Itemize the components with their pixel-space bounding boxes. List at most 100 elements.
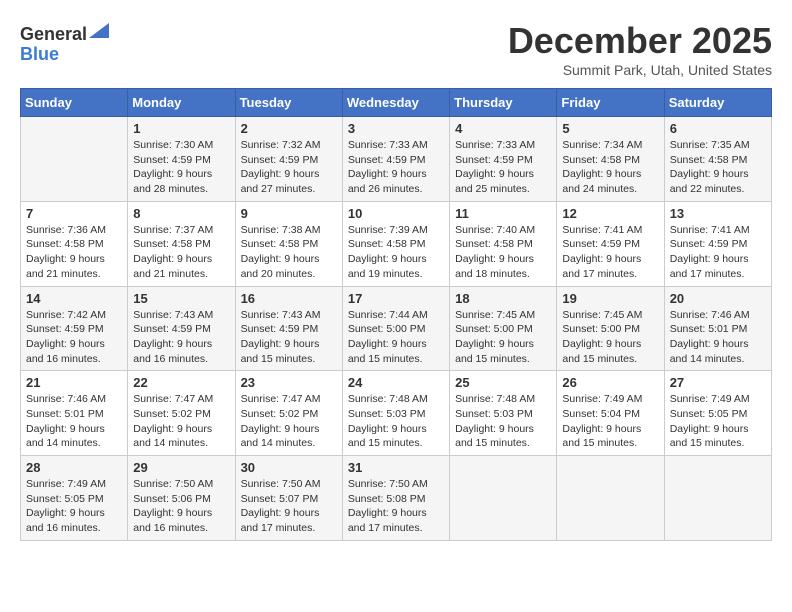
day-info: Sunrise: 7:47 AMSunset: 5:02 PMDaylight:…: [133, 392, 229, 451]
day-info: Sunrise: 7:46 AMSunset: 5:01 PMDaylight:…: [26, 392, 122, 451]
day-number: 19: [562, 291, 658, 306]
calendar-cell: [450, 456, 557, 541]
day-info: Sunrise: 7:33 AMSunset: 4:59 PMDaylight:…: [455, 138, 551, 197]
weekday-header-wednesday: Wednesday: [342, 89, 449, 117]
day-number: 22: [133, 375, 229, 390]
day-info: Sunrise: 7:34 AMSunset: 4:58 PMDaylight:…: [562, 138, 658, 197]
day-number: 4: [455, 121, 551, 136]
calendar-cell: 27 Sunrise: 7:49 AMSunset: 5:05 PMDayligh…: [664, 371, 771, 456]
calendar-cell: 22 Sunrise: 7:47 AMSunset: 5:02 PMDayligh…: [128, 371, 235, 456]
calendar-cell: 1Sunrise: 7:30 AMSunset: 4:59 PMDaylight…: [128, 117, 235, 202]
day-info: Sunrise: 7:41 AMSunset: 4:59 PMDaylight:…: [562, 223, 658, 282]
calendar-cell: 7 Sunrise: 7:36 AMSunset: 4:58 PMDaylight…: [21, 201, 128, 286]
day-info: Sunrise: 7:36 AMSunset: 4:58 PMDaylight:…: [26, 223, 122, 282]
location: Summit Park, Utah, United States: [508, 62, 772, 78]
calendar-cell: 14Sunrise: 7:42 AMSunset: 4:59 PMDayligh…: [21, 286, 128, 371]
calendar-cell: 21Sunrise: 7:46 AMSunset: 5:01 PMDayligh…: [21, 371, 128, 456]
day-info: Sunrise: 7:44 AMSunset: 5:00 PMDaylight:…: [348, 308, 444, 367]
calendar-cell: 15Sunrise: 7:43 AMSunset: 4:59 PMDayligh…: [128, 286, 235, 371]
day-info: Sunrise: 7:50 AMSunset: 5:07 PMDaylight:…: [241, 477, 337, 536]
calendar-cell: 3 Sunrise: 7:33 AMSunset: 4:59 PMDaylight…: [342, 117, 449, 202]
day-number: 29: [133, 460, 229, 475]
day-info: Sunrise: 7:38 AMSunset: 4:58 PMDaylight:…: [241, 223, 337, 282]
day-number: 9: [241, 206, 337, 221]
calendar-cell: 16 Sunrise: 7:43 AMSunset: 4:59 PMDayligh…: [235, 286, 342, 371]
day-info: Sunrise: 7:32 AMSunset: 4:59 PMDaylight:…: [241, 138, 337, 197]
day-info: Sunrise: 7:49 AMSunset: 5:05 PMDaylight:…: [670, 392, 766, 451]
day-number: 10: [348, 206, 444, 221]
day-number: 27: [670, 375, 766, 390]
weekday-header-monday: Monday: [128, 89, 235, 117]
day-info: Sunrise: 7:40 AMSunset: 4:58 PMDaylight:…: [455, 223, 551, 282]
calendar-cell: 19 Sunrise: 7:45 AMSunset: 5:00 PMDayligh…: [557, 286, 664, 371]
day-info: Sunrise: 7:48 AMSunset: 5:03 PMDaylight:…: [348, 392, 444, 451]
day-info: Sunrise: 7:46 AMSunset: 5:01 PMDaylight:…: [670, 308, 766, 367]
day-number: 16: [241, 291, 337, 306]
day-number: 23: [241, 375, 337, 390]
calendar-week-row: 14Sunrise: 7:42 AMSunset: 4:59 PMDayligh…: [21, 286, 772, 371]
day-info: Sunrise: 7:49 AMSunset: 5:05 PMDaylight:…: [26, 477, 122, 536]
day-number: 20: [670, 291, 766, 306]
weekday-header-sunday: Sunday: [21, 89, 128, 117]
calendar-cell: 5 Sunrise: 7:34 AMSunset: 4:58 PMDaylight…: [557, 117, 664, 202]
calendar-cell: 6Sunrise: 7:35 AMSunset: 4:58 PMDaylight…: [664, 117, 771, 202]
calendar-cell: 31 Sunrise: 7:50 AMSunset: 5:08 PMDayligh…: [342, 456, 449, 541]
day-info: Sunrise: 7:48 AMSunset: 5:03 PMDaylight:…: [455, 392, 551, 451]
logo-blue: Blue: [20, 44, 59, 64]
logo-text: General Blue: [20, 20, 109, 65]
calendar-week-row: 21Sunrise: 7:46 AMSunset: 5:01 PMDayligh…: [21, 371, 772, 456]
day-info: Sunrise: 7:41 AMSunset: 4:59 PMDaylight:…: [670, 223, 766, 282]
calendar-week-row: 1Sunrise: 7:30 AMSunset: 4:59 PMDaylight…: [21, 117, 772, 202]
day-number: 25: [455, 375, 551, 390]
weekday-header-row: SundayMondayTuesdayWednesdayThursdayFrid…: [21, 89, 772, 117]
day-info: Sunrise: 7:33 AMSunset: 4:59 PMDaylight:…: [348, 138, 444, 197]
logo-general: General: [20, 24, 87, 44]
calendar-cell: 29Sunrise: 7:50 AMSunset: 5:06 PMDayligh…: [128, 456, 235, 541]
calendar-cell: 13Sunrise: 7:41 AMSunset: 4:59 PMDayligh…: [664, 201, 771, 286]
calendar-table: SundayMondayTuesdayWednesdayThursdayFrid…: [20, 88, 772, 541]
day-number: 26: [562, 375, 658, 390]
calendar-cell: 18 Sunrise: 7:45 AMSunset: 5:00 PMDayligh…: [450, 286, 557, 371]
calendar-cell: 2Sunrise: 7:32 AMSunset: 4:59 PMDaylight…: [235, 117, 342, 202]
calendar-cell: 11 Sunrise: 7:40 AMSunset: 4:58 PMDayligh…: [450, 201, 557, 286]
day-number: 5: [562, 121, 658, 136]
month-title: December 2025: [508, 20, 772, 62]
calendar-cell: 26Sunrise: 7:49 AMSunset: 5:04 PMDayligh…: [557, 371, 664, 456]
day-number: 1: [133, 121, 229, 136]
day-info: Sunrise: 7:43 AMSunset: 4:59 PMDaylight:…: [133, 308, 229, 367]
calendar-cell: [664, 456, 771, 541]
calendar-week-row: 7 Sunrise: 7:36 AMSunset: 4:58 PMDaylight…: [21, 201, 772, 286]
day-info: Sunrise: 7:43 AMSunset: 4:59 PMDaylight:…: [241, 308, 337, 367]
day-number: 30: [241, 460, 337, 475]
day-number: 18: [455, 291, 551, 306]
calendar-cell: 8Sunrise: 7:37 AMSunset: 4:58 PMDaylight…: [128, 201, 235, 286]
calendar-cell: 30 Sunrise: 7:50 AMSunset: 5:07 PMDayligh…: [235, 456, 342, 541]
day-number: 12: [562, 206, 658, 221]
calendar-cell: [557, 456, 664, 541]
day-number: 31: [348, 460, 444, 475]
day-info: Sunrise: 7:47 AMSunset: 5:02 PMDaylight:…: [241, 392, 337, 451]
calendar-cell: 4 Sunrise: 7:33 AMSunset: 4:59 PMDaylight…: [450, 117, 557, 202]
logo-icon: [89, 18, 109, 38]
day-number: 6: [670, 121, 766, 136]
day-number: 3: [348, 121, 444, 136]
day-info: Sunrise: 7:37 AMSunset: 4:58 PMDaylight:…: [133, 223, 229, 282]
weekday-header-tuesday: Tuesday: [235, 89, 342, 117]
day-info: Sunrise: 7:45 AMSunset: 5:00 PMDaylight:…: [455, 308, 551, 367]
logo: General Blue: [20, 20, 109, 65]
page-header: General Blue December 2025 Summit Park, …: [20, 20, 772, 78]
calendar-cell: 20 Sunrise: 7:46 AMSunset: 5:01 PMDayligh…: [664, 286, 771, 371]
calendar-cell: 28Sunrise: 7:49 AMSunset: 5:05 PMDayligh…: [21, 456, 128, 541]
day-info: Sunrise: 7:39 AMSunset: 4:58 PMDaylight:…: [348, 223, 444, 282]
weekday-header-thursday: Thursday: [450, 89, 557, 117]
title-block: December 2025 Summit Park, Utah, United …: [508, 20, 772, 78]
calendar-cell: 9 Sunrise: 7:38 AMSunset: 4:58 PMDaylight…: [235, 201, 342, 286]
calendar-cell: 24Sunrise: 7:48 AMSunset: 5:03 PMDayligh…: [342, 371, 449, 456]
day-info: Sunrise: 7:45 AMSunset: 5:00 PMDaylight:…: [562, 308, 658, 367]
day-number: 7: [26, 206, 122, 221]
day-info: Sunrise: 7:50 AMSunset: 5:08 PMDaylight:…: [348, 477, 444, 536]
day-number: 11: [455, 206, 551, 221]
calendar-cell: 17Sunrise: 7:44 AMSunset: 5:00 PMDayligh…: [342, 286, 449, 371]
calendar-cell: 10 Sunrise: 7:39 AMSunset: 4:58 PMDayligh…: [342, 201, 449, 286]
calendar-cell: [21, 117, 128, 202]
